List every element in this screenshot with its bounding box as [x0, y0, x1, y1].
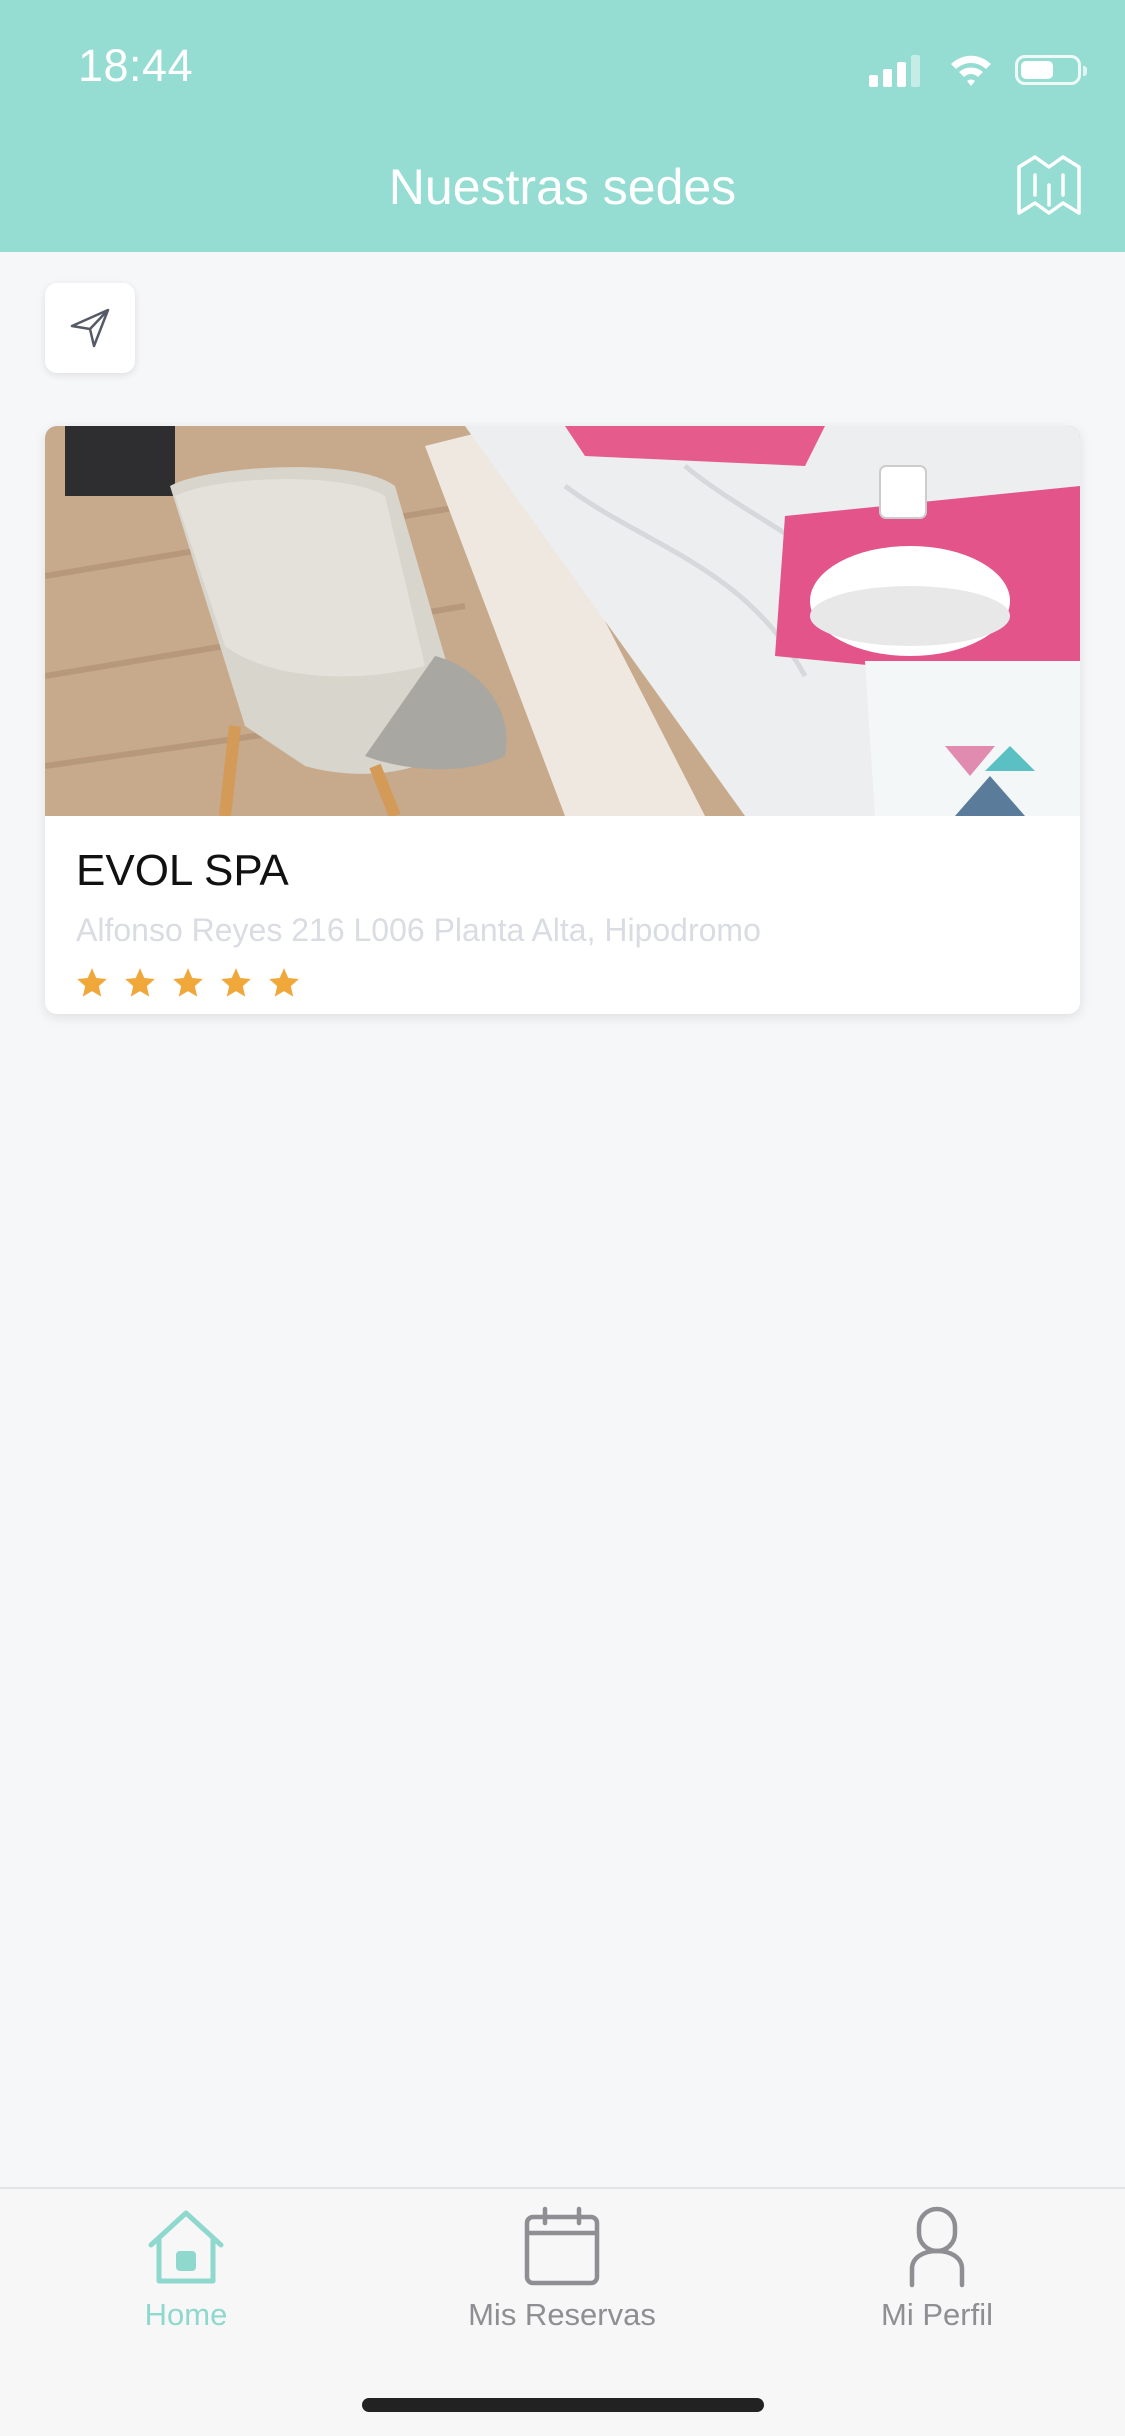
home-icon [148, 2210, 224, 2284]
map-button[interactable] [1015, 153, 1083, 217]
profile-icon [909, 2206, 965, 2288]
status-icons [869, 50, 1087, 90]
location-rating [75, 966, 315, 1002]
map-icon [1017, 155, 1081, 215]
star-icon [173, 968, 203, 997]
tab-home[interactable]: Home [61, 2203, 311, 2353]
status-time: 18:44 [78, 40, 194, 91]
tab-home-label: Home [144, 2297, 228, 2332]
tab-mi-perfil[interactable]: Mi Perfil [812, 2203, 1062, 2353]
page-title: Nuestras sedes [388, 159, 737, 215]
wifi-icon [951, 55, 991, 86]
home-indicator [362, 2398, 764, 2412]
location-name: EVOL SPA [76, 846, 289, 895]
calendar-icon [524, 2206, 600, 2286]
star-icon [269, 968, 299, 997]
battery-icon [1015, 55, 1087, 85]
tab-mi-perfil-label: Mi Perfil [881, 2297, 993, 2332]
tab-mis-reservas-label: Mis Reservas [468, 2297, 656, 2332]
star-icon [77, 968, 107, 997]
tab-mis-reservas[interactable]: Mis Reservas [437, 2203, 687, 2353]
locate-me-button[interactable] [45, 283, 135, 373]
location-card[interactable]: EVOL SPA Alfonso Reyes 216 L006 Planta A… [45, 426, 1080, 1014]
app-header: 18:44 Nuestras sedes [0, 0, 1125, 252]
navigation-arrow-icon [70, 308, 110, 348]
star-icon [221, 968, 251, 997]
cellular-signal-icon [869, 53, 925, 87]
location-photo [45, 426, 1080, 816]
battery-level-fill [1021, 61, 1053, 79]
location-address: Alfonso Reyes 216 L006 Planta Alta, Hipo… [76, 912, 761, 948]
star-icon [125, 968, 155, 997]
